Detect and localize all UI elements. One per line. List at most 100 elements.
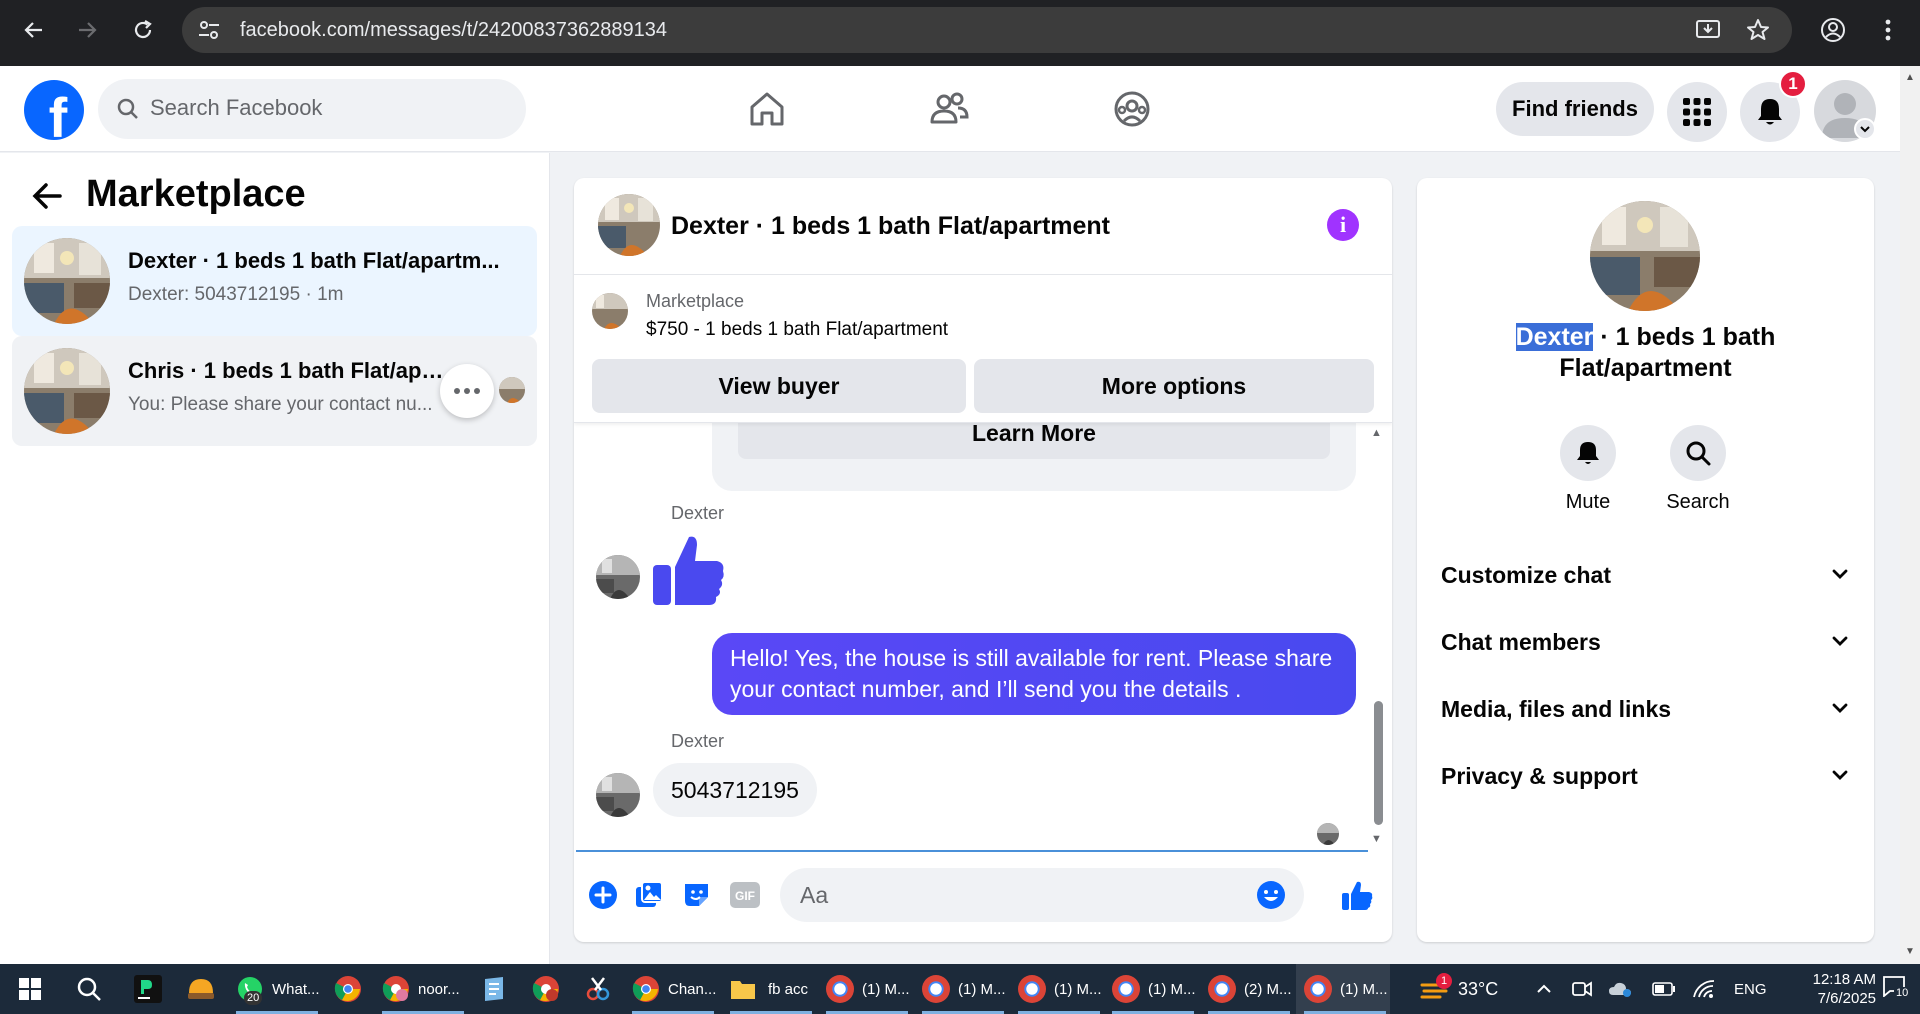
search-input[interactable] (150, 95, 500, 121)
taskbar-app-messenger-1[interactable]: (1) M... (826, 964, 910, 1014)
taskbar-app-whatsapp[interactable]: 20 What... (236, 964, 320, 1014)
message-thread[interactable]: Learn More Dexter Hello! Yes, the house … (574, 423, 1392, 850)
windows-start-icon[interactable] (18, 964, 42, 1014)
details-avatar[interactable] (1590, 201, 1700, 311)
incoming-message[interactable]: 5043712195 (653, 763, 817, 817)
search-label: Search (1666, 491, 1730, 513)
chrome-red-icon[interactable] (532, 964, 560, 1014)
forward-icon[interactable] (71, 14, 103, 46)
chevron-down-icon (1832, 636, 1848, 646)
search-icon[interactable] (1670, 425, 1726, 481)
reload-icon[interactable] (127, 14, 159, 46)
whatsapp-badge: 20 (244, 991, 263, 1005)
clock[interactable]: 12:18 AM 7/6/2025 (1792, 964, 1876, 1014)
message-input-wrapper[interactable] (780, 868, 1304, 922)
wifi-icon[interactable] (1692, 964, 1716, 1014)
battery-icon[interactable] (1652, 964, 1676, 1014)
scrollbar-thumb[interactable] (1374, 701, 1383, 825)
gif-icon[interactable]: GIF (728, 878, 762, 912)
scroll-up-arrow-icon[interactable]: ▲ (1371, 427, 1382, 439)
more-options-button[interactable]: More options (974, 359, 1374, 413)
taskbar-app-messenger-3[interactable]: (1) M... (1018, 964, 1102, 1014)
site-settings-icon[interactable] (198, 20, 220, 40)
file-explorer-helmet-icon[interactable] (186, 964, 216, 1014)
scroll-down-arrow-icon[interactable]: ▼ (1371, 833, 1382, 845)
sender-avatar[interactable] (596, 773, 640, 817)
customize-chat-row[interactable]: Customize chat (1441, 550, 1858, 600)
chat-members-row[interactable]: Chat members (1441, 617, 1858, 667)
groups-icon[interactable] (1107, 86, 1157, 132)
photo-icon[interactable] (632, 878, 666, 912)
view-buyer-button[interactable]: View buyer (592, 359, 966, 413)
weather-widget[interactable]: 1 33°C (1420, 964, 1498, 1014)
clock-time: 12:18 AM (1812, 971, 1876, 988)
taskbar-app-messenger-5[interactable]: (2) M... (1208, 964, 1292, 1014)
chat-avatar[interactable] (598, 194, 660, 256)
conversation-item-dexter[interactable]: Dexter · 1 beds 1 bath Flat/apartm... De… (12, 226, 537, 336)
section-label: Privacy & support (1441, 763, 1638, 789)
read-receipt-avatar (1317, 823, 1339, 845)
taskbar-app-noor[interactable]: noor... (382, 964, 460, 1014)
folder-icon (731, 981, 755, 999)
back-icon[interactable] (18, 14, 50, 46)
page-scrollbar[interactable]: ▲ ▼ (1900, 66, 1920, 964)
install-app-icon[interactable] (1692, 14, 1724, 46)
privacy-support-row[interactable]: Privacy & support (1441, 751, 1858, 801)
details-name: Dexter · 1 beds 1 bath Flat/apartment (1457, 322, 1834, 384)
snipping-tool-icon[interactable] (584, 964, 612, 1014)
taskbar-app-chan[interactable]: Chan... (632, 964, 716, 1014)
find-friends-button[interactable]: Find friends (1496, 82, 1654, 136)
listing-price-title[interactable]: $750 - 1 beds 1 bath Flat/apartment (646, 319, 948, 341)
taskbar-app-label: (1) M... (958, 980, 1006, 998)
media-files-links-row[interactable]: Media, files and links (1441, 684, 1858, 734)
windows-taskbar: 20 What... noor... Chan... fb acc (1) M.… (0, 964, 1920, 1014)
onedrive-icon[interactable] (1608, 964, 1632, 1014)
pycharm-icon[interactable] (134, 964, 162, 1014)
meet-icon[interactable] (1572, 964, 1592, 1014)
home-icon[interactable] (742, 86, 792, 132)
bell-icon[interactable] (1560, 425, 1616, 481)
language-indicator[interactable]: ENG (1734, 964, 1767, 1014)
back-arrow-icon[interactable] (30, 179, 64, 213)
send-like-icon[interactable] (1340, 878, 1374, 912)
notification-center-icon[interactable]: 10 (1882, 964, 1911, 1014)
chrome-icon[interactable] (334, 964, 362, 1014)
bookmark-star-icon[interactable] (1742, 14, 1774, 46)
browser-toolbar: facebook.com/messages/t/2420083736288913… (0, 0, 1920, 66)
message-input[interactable] (800, 882, 1240, 909)
chat-title[interactable]: Dexter · 1 beds 1 bath Flat/apartment (671, 212, 1110, 241)
conversation-title: Dexter · 1 beds 1 bath Flat/apartm... (128, 248, 500, 273)
address-bar[interactable]: facebook.com/messages/t/2420083736288913… (182, 7, 1792, 53)
mute-action[interactable]: Mute (1533, 425, 1643, 514)
facebook-search[interactable] (98, 79, 526, 139)
listing-thumbnail (24, 238, 110, 324)
profile-icon[interactable] (1817, 14, 1849, 46)
friends-icon[interactable] (924, 86, 974, 132)
sender-avatar[interactable] (596, 555, 640, 599)
weather-badge: 1 (1436, 973, 1452, 989)
info-icon[interactable]: i (1327, 209, 1359, 241)
listing-thumbnail (592, 293, 628, 329)
page-scroll-up-icon[interactable]: ▲ (1905, 72, 1915, 83)
menu-grid-icon[interactable] (1667, 82, 1727, 142)
show-hidden-icons-chevron-icon[interactable] (1536, 964, 1552, 1014)
search-action[interactable]: Search (1643, 425, 1753, 514)
more-options-icon[interactable] (440, 364, 494, 418)
taskbar-app-messenger-6[interactable]: (1) M... (1304, 964, 1388, 1014)
taskbar-app-fb-acc[interactable]: fb acc (730, 964, 808, 1014)
like-thumbs-up-icon (653, 536, 724, 605)
outgoing-message[interactable]: Hello! Yes, the house is still available… (712, 633, 1356, 715)
facebook-logo-icon[interactable]: f (24, 80, 84, 140)
taskbar-app-messenger-2[interactable]: (1) M... (922, 964, 1006, 1014)
sticker-icon[interactable] (680, 878, 714, 912)
taskbar-search-icon[interactable] (75, 964, 103, 1014)
notepad-icon[interactable] (481, 964, 507, 1014)
menu-kebab-icon[interactable] (1872, 14, 1904, 46)
account-chevron-icon[interactable] (1854, 118, 1876, 140)
plus-circle-icon[interactable] (586, 878, 620, 912)
url-text[interactable]: facebook.com/messages/t/2420083736288913… (240, 19, 667, 42)
learn-more-button[interactable]: Learn More (738, 423, 1330, 459)
page-scroll-down-icon[interactable]: ▼ (1905, 946, 1915, 957)
taskbar-app-messenger-4[interactable]: (1) M... (1112, 964, 1196, 1014)
emoji-icon[interactable] (1256, 880, 1286, 910)
